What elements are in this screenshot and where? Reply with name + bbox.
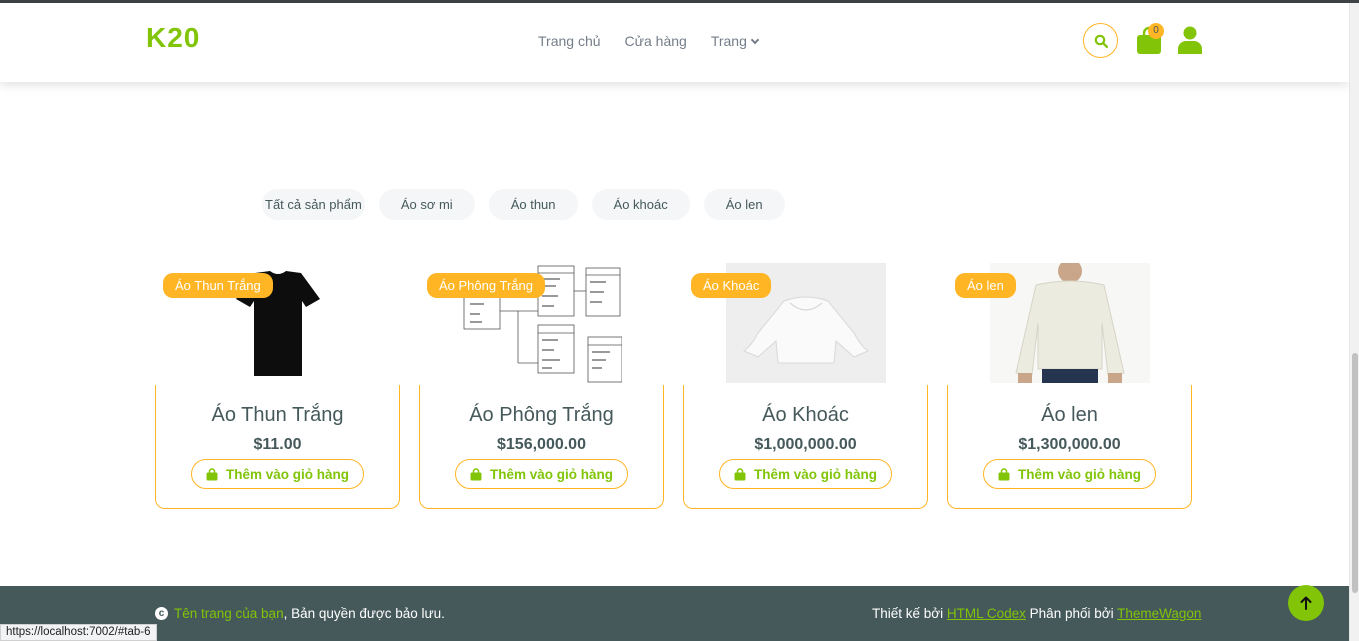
tab-tshirts[interactable]: Áo thun [488,189,578,220]
nav-shop[interactable]: Cửa hàng [625,33,687,49]
add-to-cart-label: Thêm vào giỏ hàng [225,466,349,482]
themewagon-link[interactable]: ThemeWagon [1117,606,1201,621]
status-bar-url: https://localhost:7002/#tab-6 [0,624,157,641]
nav-pages-label: Trang [710,33,747,49]
html-codex-link[interactable]: HTML Codex [947,606,1026,621]
product-title[interactable]: Áo len [948,404,1191,427]
rights-text: , Bản quyền được bảo lưu. [283,606,445,621]
shopping-bag-icon [998,467,1010,480]
add-to-cart-button[interactable]: Thêm vào giỏ hàng [718,459,892,489]
add-to-cart-button[interactable]: Thêm vào giỏ hàng [982,459,1156,489]
shopping-bag-icon [470,467,482,480]
cart-button[interactable]: 0 [1136,23,1164,55]
brand-logo[interactable]: K20 [146,22,200,54]
product-card-body: Áo Khoác $1,000,000.00 Thêm vào giỏ hàng [683,385,928,509]
add-to-cart-label: Thêm vào giỏ hàng [489,466,613,482]
search-icon [1094,34,1108,48]
shopping-bag-icon [206,467,218,480]
copyright-icon: c [155,607,168,620]
back-to-top-button[interactable] [1288,585,1324,621]
user-icon [1178,26,1202,54]
product-category-badge: Áo Phông Trắng [427,273,545,298]
cart-count-badge: 0 [1148,23,1164,39]
add-to-cart-button[interactable]: Thêm vào giỏ hàng [190,459,364,489]
add-to-cart-button[interactable]: Thêm vào giỏ hàng [454,459,628,489]
shopping-bag-icon [734,467,746,480]
category-tabs: Tất cả sản phẩm Áo sơ mi Áo thun Áo khoá… [262,189,785,220]
product-category-badge: Áo Thun Trắng [163,273,273,298]
add-to-cart-label: Thêm vào giỏ hàng [753,466,877,482]
add-to-cart-label: Thêm vào giỏ hàng [1017,466,1141,482]
designed-by-text: Thiết kế bởi [872,606,947,621]
search-button[interactable] [1083,23,1118,58]
product-card-body: Áo Phông Trắng $156,000.00 Thêm vào giỏ … [419,385,664,509]
product-title[interactable]: Áo Phông Trắng [420,404,663,427]
arrow-up-icon [1300,596,1312,610]
product-card[interactable]: Áo len Áo len $1,300,000.00 Thêm vào giỏ… [947,259,1192,509]
product-card[interactable]: Áo Phông Trắng Áo Phông Trắng $156,000.0… [419,263,664,509]
credits: Thiết kế bởi HTML Codex Phân phối bởi Th… [872,606,1201,621]
chevron-down-icon [750,35,760,44]
product-card[interactable]: Áo Khoác Áo Khoác $1,000,000.00 Thêm vào… [683,263,928,509]
tab-all-products[interactable]: Tất cả sản phẩm [262,189,365,220]
product-card-body: Áo len $1,300,000.00 Thêm vào giỏ hàng [947,385,1192,509]
main-nav: Trang chủ Cửa hàng Trang [538,33,760,49]
product-title[interactable]: Áo Thun Trắng [156,404,399,427]
nav-home[interactable]: Trang chủ [538,33,601,49]
footer: c Tên trang của bạn, Bản quyền được bảo … [0,586,1349,641]
product-price: $1,300,000.00 [1018,436,1121,453]
product-price: $1,000,000.00 [754,436,857,453]
product-card-body: Áo Thun Trắng $11.00 Thêm vào giỏ hàng [155,385,400,509]
product-price: $156,000.00 [497,436,586,453]
tab-sweaters[interactable]: Áo len [703,189,785,220]
product-category-badge: Áo len [955,273,1016,298]
product-price: $11.00 [253,436,302,453]
copyright: c Tên trang của bạn, Bản quyền được bảo … [155,606,445,621]
distributed-by-text: Phân phối bởi [1025,606,1118,621]
product-category-badge: Áo Khoác [691,273,772,298]
tab-shirts[interactable]: Áo sơ mi [378,189,475,220]
product-card[interactable]: Áo Thun Trắng Áo Thun Trắng $11.00 Thêm … [155,263,400,509]
tab-jackets[interactable]: Áo khoác [591,189,690,220]
nav-pages-dropdown[interactable]: Trang [710,33,760,49]
scrollbar-thumb[interactable] [1352,353,1358,593]
user-account-button[interactable] [1178,26,1202,54]
product-title[interactable]: Áo Khoác [684,404,927,427]
vertical-scrollbar[interactable] [1349,3,1359,641]
site-name-link[interactable]: Tên trang của bạn [174,606,284,621]
navbar: K20 Trang chủ Cửa hàng Trang 0 [0,3,1349,82]
